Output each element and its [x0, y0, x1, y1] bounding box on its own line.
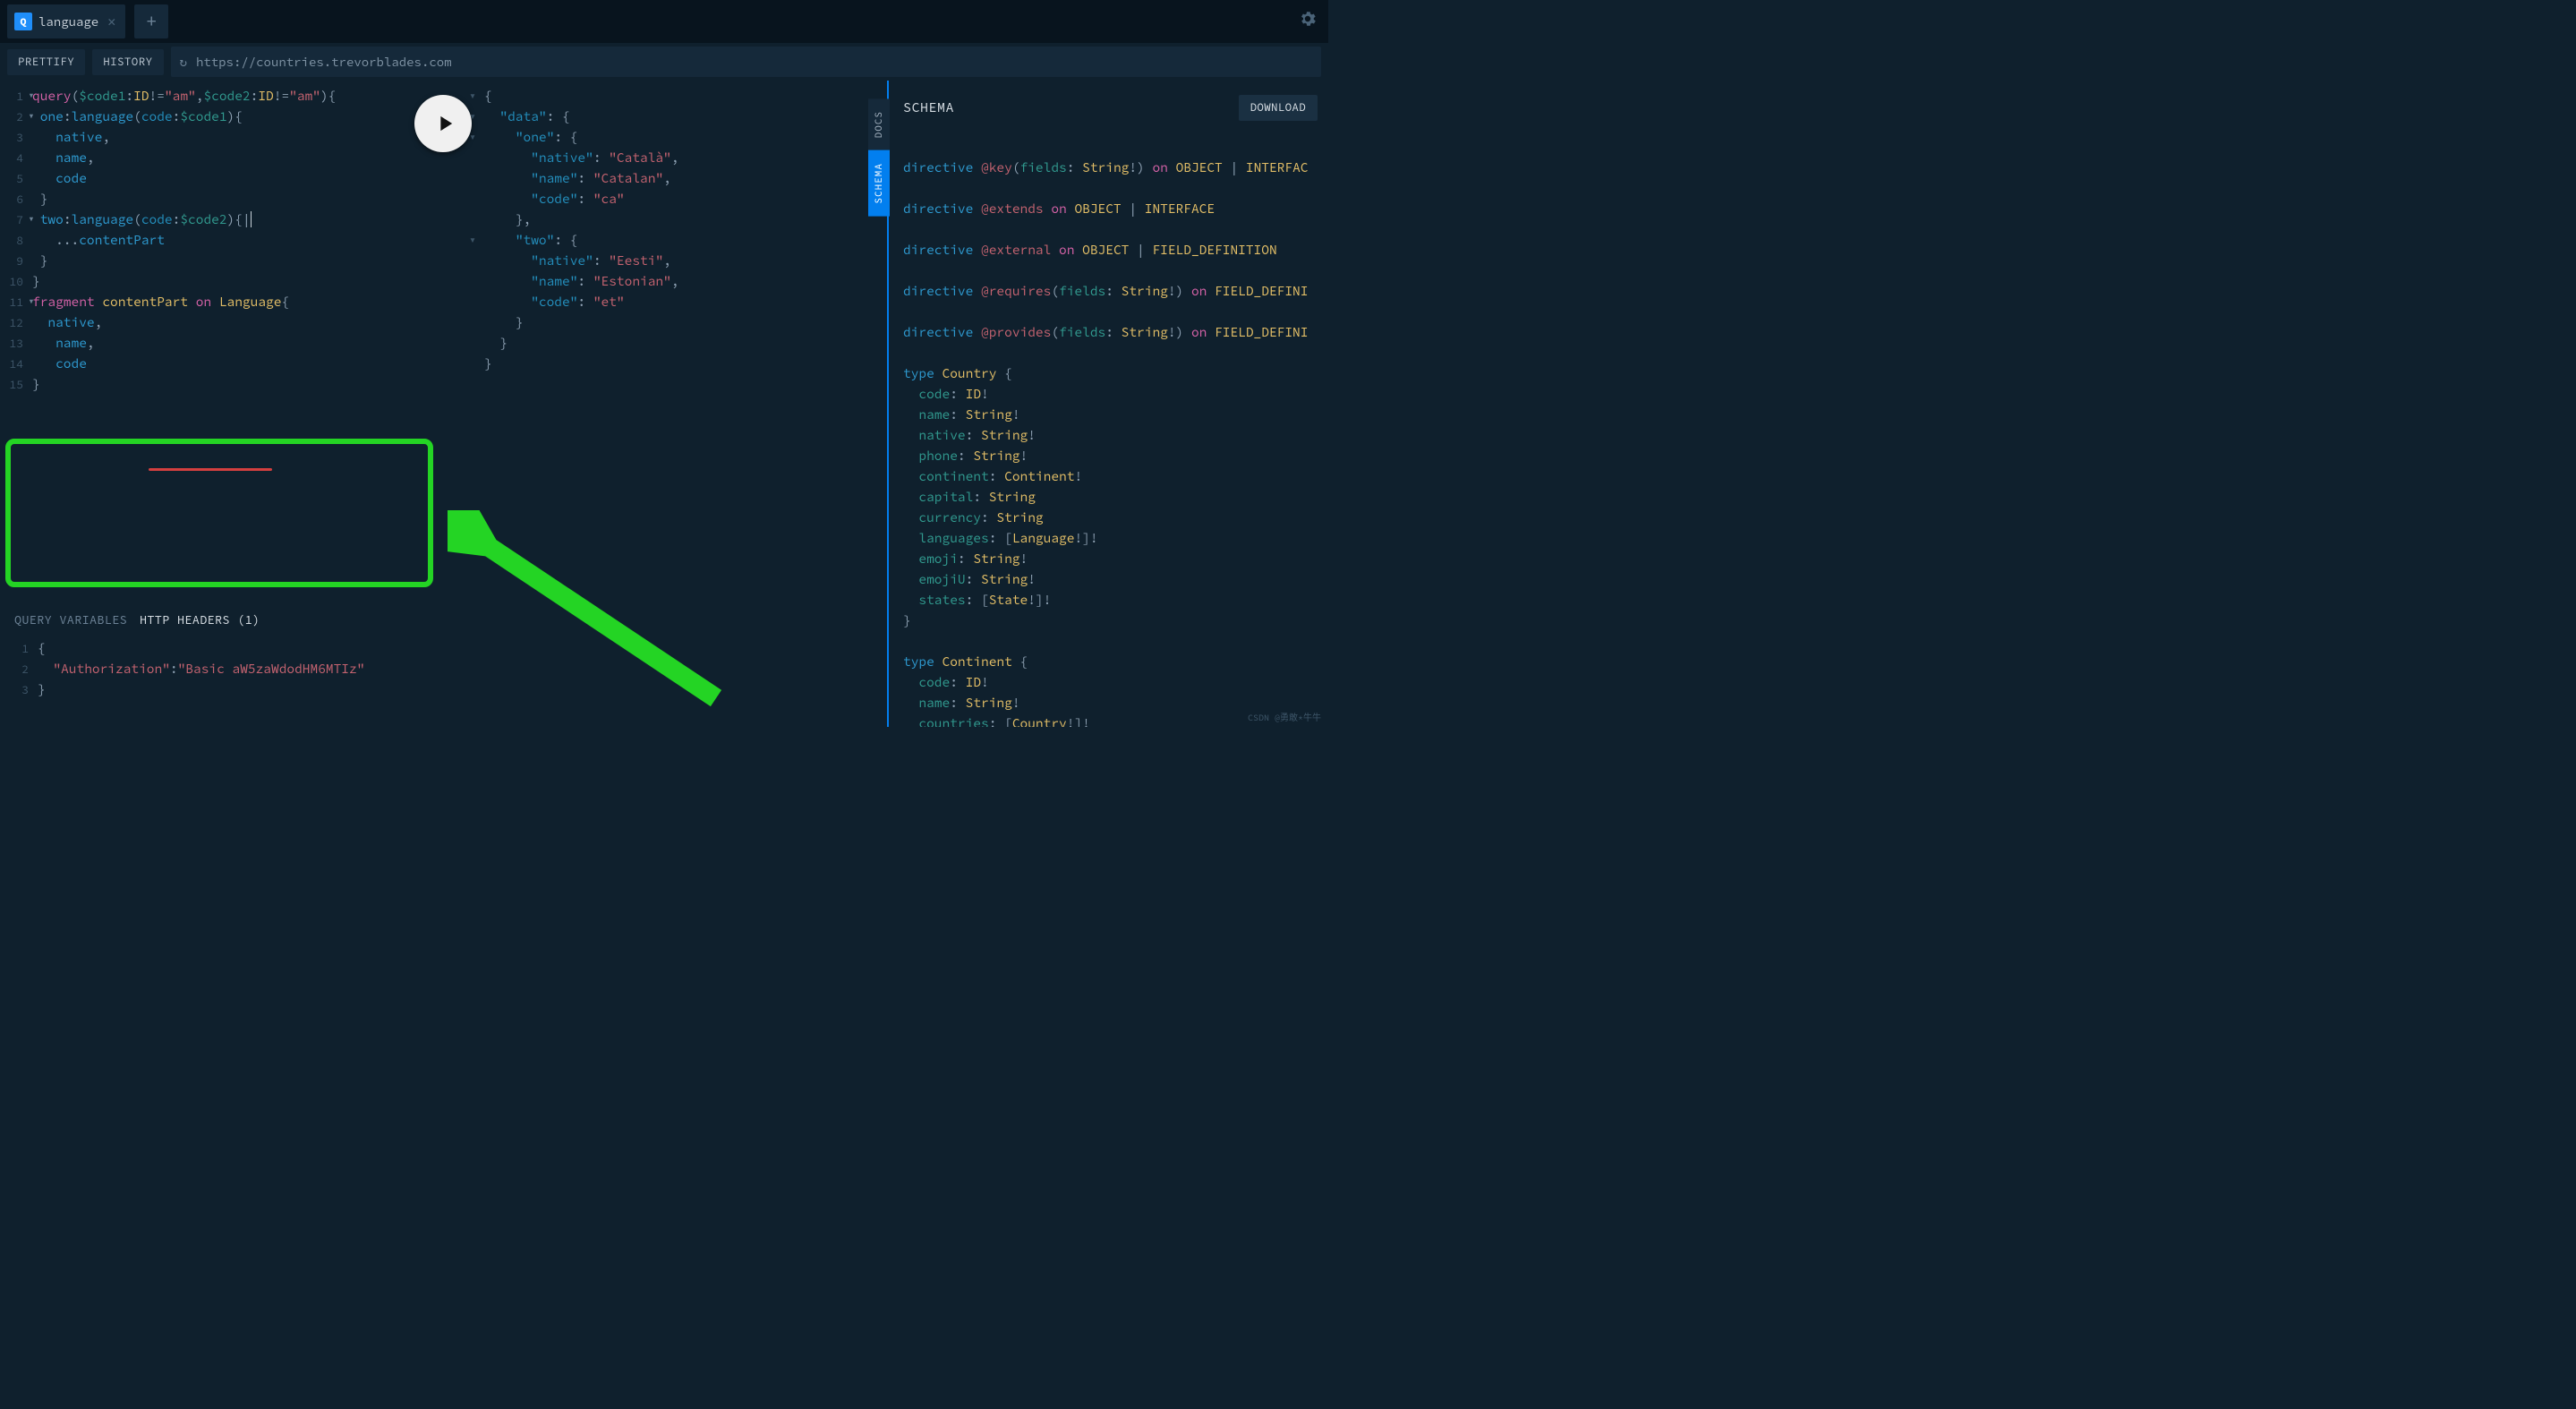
reload-icon[interactable]: ↻	[180, 54, 187, 70]
url-text: https://countries.trevorblades.com	[196, 54, 452, 70]
variables-panel: QUERY VARIABLES HTTP HEADERS (1) 1{ 2 "A…	[5, 605, 431, 700]
prettify-button[interactable]: PRETTIFY	[7, 49, 85, 75]
tab-http-headers[interactable]: HTTP HEADERS (1)	[140, 612, 260, 628]
watermark: CSDN @勇敢*牛牛	[1248, 710, 1321, 723]
close-icon[interactable]: ✕	[105, 13, 118, 30]
schema-body[interactable]: directive @key(fields: String!) on OBJEC…	[889, 137, 1328, 727]
gear-icon[interactable]	[1298, 9, 1318, 32]
url-input[interactable]: ↻ https://countries.trevorblades.com	[171, 47, 1321, 77]
annotation-underline	[149, 468, 272, 471]
execute-button[interactable]	[414, 95, 472, 152]
sidebar-tab-docs[interactable]: DOCS	[868, 98, 890, 150]
tab-label: language	[38, 13, 98, 30]
query-icon: Q	[14, 13, 32, 30]
download-button[interactable]: DOWNLOAD	[1239, 95, 1318, 121]
query-editor[interactable]: ▼ ▼ ▼ ▼ 1query($code1:ID!="am",$code2:ID…	[0, 81, 443, 727]
tab-bar: Q language ✕ +	[0, 0, 1328, 43]
query-tab[interactable]: Q language ✕	[7, 4, 125, 38]
history-button[interactable]: HISTORY	[92, 49, 163, 75]
result-panel: ▼{ ▼ "data": { ▼ "one": { "native": "Cat…	[443, 81, 889, 727]
schema-title: SCHEMA	[903, 99, 954, 116]
tab-query-variables[interactable]: QUERY VARIABLES	[14, 612, 127, 628]
headers-editor[interactable]: 1{ 2 "Authorization":"Basic aW5zaWdodHM6…	[5, 633, 431, 700]
add-tab-button[interactable]: +	[134, 4, 168, 38]
sidebar-tab-schema[interactable]: SCHEMA	[868, 150, 890, 217]
schema-panel: SCHEMA DOWNLOAD directive @key(fields: S…	[889, 81, 1328, 727]
toolbar: PRETTIFY HISTORY ↻ https://countries.tre…	[0, 43, 1328, 81]
annotation-box	[5, 439, 433, 587]
